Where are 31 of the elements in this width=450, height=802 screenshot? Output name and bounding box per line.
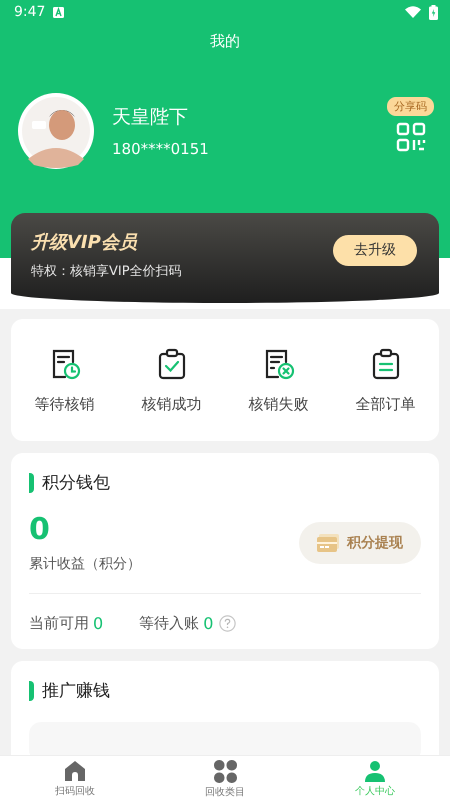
order-status-label[interactable]: 等待核销 [34, 394, 94, 414]
order-status-label[interactable]: 全部订单 [356, 394, 416, 414]
section-title: 推广赚钱 [42, 680, 110, 702]
notification-icon [53, 6, 64, 18]
tab[interactable]: 回收类目 [150, 756, 300, 802]
available-label: 当前可用 [29, 614, 89, 633]
total-points: 0 [29, 512, 51, 547]
pending-label: 等待入账 [139, 614, 200, 633]
four-petal-icon [214, 760, 236, 782]
vip-title: 升级VIP会员 [31, 231, 138, 254]
user-name: 天皇陛下 [112, 105, 189, 130]
card-icon [317, 534, 339, 552]
upgrade-button[interactable]: 去升级 [333, 234, 417, 266]
battery-icon [429, 4, 438, 20]
order-status-label[interactable]: 核销成功 [142, 394, 202, 414]
total-points-label: 累计收益（积分） [29, 555, 141, 573]
share-code-label: 分享码 [387, 96, 434, 116]
wifi-icon [405, 6, 421, 18]
section-title: 积分钱包 [42, 472, 110, 494]
accent-bar [29, 472, 34, 492]
accent-bar [29, 680, 34, 700]
home-icon [64, 760, 86, 782]
phone-number: 180****0151 [112, 140, 210, 158]
pending-points: 0 [203, 614, 214, 633]
tab[interactable]: 扫码回收 [0, 756, 150, 802]
page-title: 我的 [209, 32, 241, 51]
status-time: 9:47 [14, 4, 46, 20]
available-points: 0 [93, 614, 104, 633]
vip-privilege: 特权：核销享VIP全价扫码 [31, 263, 183, 280]
order-status-label[interactable]: 核销失败 [248, 394, 308, 414]
person-icon [365, 760, 385, 782]
